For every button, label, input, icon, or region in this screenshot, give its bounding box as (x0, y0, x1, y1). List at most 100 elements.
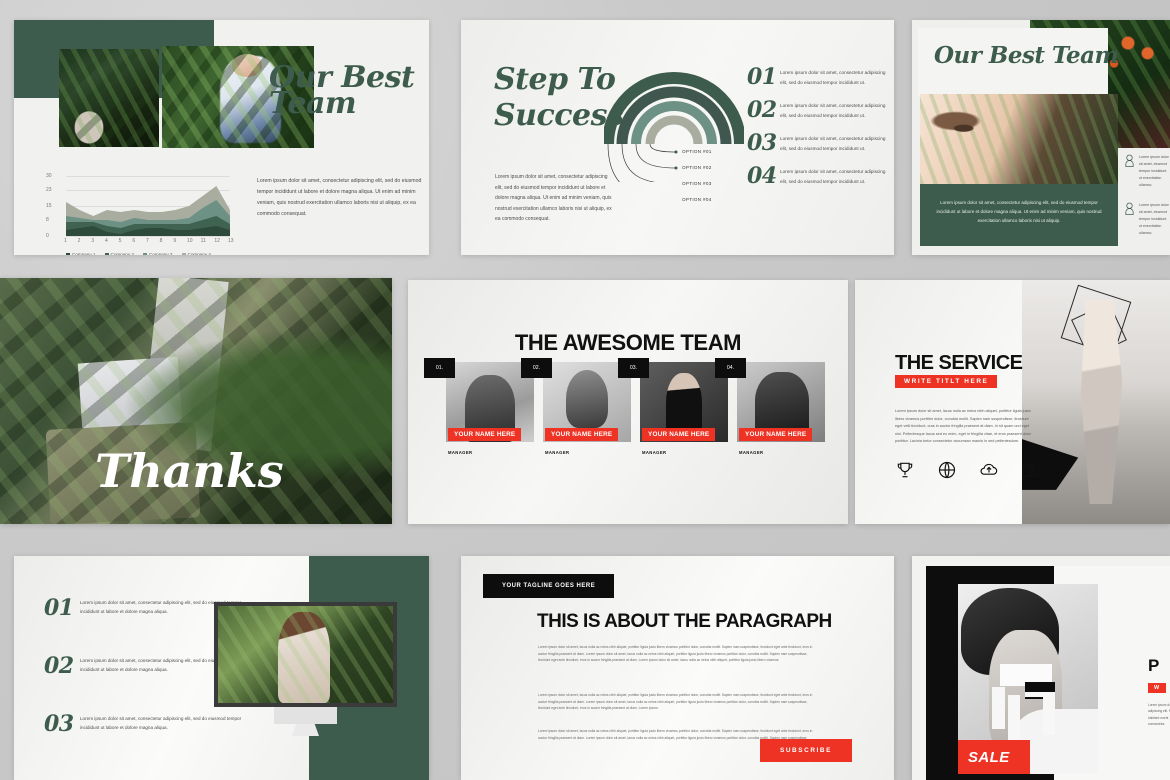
member-role: MANAGER (545, 450, 570, 455)
person-icon (1124, 202, 1135, 237)
chart-x-tick: 3 (91, 238, 95, 244)
legend-label: Company 4 (187, 252, 212, 255)
chart-y-tick: 30 (46, 173, 52, 179)
chart-y-tick: 0 (46, 233, 49, 239)
chart-x-tick: 1 (64, 238, 67, 244)
chart-y-tick: 8 (46, 217, 49, 223)
step-text-1: Lorem ipsum dolor sit amet, consectetur … (780, 70, 886, 85)
side-feature-list: Lorem ipsum dolor sit amet, eiusmod temp… (1124, 154, 1170, 250)
slide5-title: THE AWESOME TEAM (514, 330, 742, 355)
steps-list: 01 Lorem ipsum dolor sit amet, consectetu… (747, 64, 887, 200)
slide-thanks[interactable]: Thanks (0, 278, 392, 524)
step-number-3: 03 (747, 130, 777, 156)
legend-swatch (143, 252, 147, 255)
chart-legend-item[interactable]: Company 4 (181, 252, 212, 255)
chart-x-tick: 4 (105, 238, 108, 244)
cloud-upload-icon[interactable] (979, 460, 999, 485)
option-label-3[interactable]: OPTION #03 (682, 181, 712, 186)
member-number: 03. (618, 358, 649, 378)
slide6-paragraph: Lorem ipsum dolor sit amet, lacus nulla … (895, 409, 1032, 444)
chart-legend-item[interactable]: Company 3 (143, 252, 173, 255)
slide-sale-poster[interactable]: SALE P W Lorem ipsum dolor sit amet, con… (912, 556, 1170, 780)
person-icon (1124, 154, 1135, 189)
slide9-right-badge[interactable]: W (1148, 683, 1167, 693)
legend-label: Company 3 (149, 252, 173, 255)
slide1-title: Our Best Team (269, 60, 415, 121)
step-item: 03 Lorem ipsum dolor sit amet, consectetu… (747, 130, 887, 156)
chart-y-tick: 23 (46, 187, 52, 193)
connector-line-2 (635, 143, 677, 169)
slide-numbered-list-imac[interactable]: 01 Lorem ipsum dolor sit amet, consectetu… (14, 556, 429, 780)
connector-line-1 (649, 143, 677, 153)
slide3-title: Our Best Team (934, 42, 1119, 69)
member-name: YOUR NAME HERE (545, 428, 619, 441)
connector-dot-2 (674, 166, 678, 170)
glitch-rect-5 (1008, 695, 1020, 741)
slide-about-paragraph[interactable]: YOUR TAGLINE GOES HERE THIS IS ABOUT THE… (461, 556, 894, 780)
slide9-right-content: P W Lorem ipsum dolor sit amet, consecte… (1148, 656, 1170, 728)
side-feature-item: Lorem ipsum dolor sit amet, eiusmod temp… (1124, 202, 1170, 237)
chart-y-tick: 15 (46, 203, 52, 209)
paragraph-2: Lorem ipsum dolor sit amet, lacus nulla … (538, 693, 813, 711)
option-label-1[interactable]: OPTION #01 (682, 149, 712, 154)
slide-our-best-team-chart[interactable]: Our Best Team Lorem ipsum dolor sit amet… (14, 20, 429, 255)
side-feature-item: Lorem ipsum dolor sit amet, eiusmod temp… (1124, 154, 1170, 189)
member-number: 01. (424, 358, 455, 378)
step-item: 02 Lorem ipsum dolor sit amet, consectetu… (747, 99, 887, 121)
runway-photo (1022, 280, 1170, 524)
chart-legend-item[interactable]: Company 1 (66, 252, 96, 255)
area-chart: 0 8 15 23 30 1 2 3 4 5 6 7 8 9 10 11 12 13 Company 1 Comp… (44, 172, 234, 255)
slide8-title: THIS IS ABOUT THE PARAGRAPH (537, 611, 832, 632)
arc-segment-4 (645, 115, 703, 145)
slide-deck-preview: Our Best Team Lorem ipsum dolor sit amet… (0, 0, 1170, 780)
green-caption-box: Lorem ipsum dolor sit amet, consectetur … (920, 184, 1118, 246)
service-icon-row (895, 460, 1041, 485)
step-text-2: Lorem ipsum dolor sit amet, consectetur … (780, 103, 886, 118)
glitch-rect-4 (992, 687, 1005, 729)
tagline-badge: YOUR TAGLINE GOES HERE (483, 574, 615, 598)
chart-x-tick: 7 (146, 238, 149, 244)
slide1-body-text: Lorem ipsum dolor sit amet, consectetur … (257, 178, 422, 217)
subscribe-button[interactable]: SUBSCRIBE (759, 739, 852, 762)
slide3-body-text: Lorem ipsum dolor sit amet, consectetur … (936, 200, 1102, 223)
sale-label: SALE (968, 749, 1010, 766)
member-number: 02. (521, 358, 552, 378)
member-name: YOUR NAME HERE (448, 428, 522, 441)
row-number-1: 01 (44, 595, 74, 621)
step-number-1: 01 (747, 64, 777, 90)
chart-legend-item[interactable]: Company 2 (104, 252, 135, 255)
row-number-2: 02 (44, 653, 74, 679)
trophy-icon[interactable] (895, 460, 915, 485)
legend-label: Company 2 (110, 252, 135, 255)
legend-swatch (66, 252, 70, 255)
thanks-title: Thanks (95, 444, 284, 498)
step-text-3: Lorem ipsum dolor sit amet, consectetur … (780, 136, 886, 151)
portrait-photo (920, 94, 1118, 184)
globe-icon[interactable] (937, 460, 957, 485)
slide-step-to-success[interactable]: Step To Success Lorem ipsum dolor sit am… (461, 20, 894, 255)
slide-our-best-team-portrait[interactable]: Our Best Team Lorem ipsum dolor sit amet… (912, 20, 1170, 255)
chart-x-tick: 12 (214, 238, 220, 244)
camera-icon[interactable] (1021, 460, 1041, 485)
member-role: MANAGER (739, 450, 764, 455)
slide2-paragraph: Lorem ipsum dolor sit amet, consectetur … (495, 174, 612, 222)
paragraph-3: Lorem ipsum dolor sit amet, lacus nulla … (538, 729, 813, 740)
option-label-2[interactable]: OPTION #02 (682, 165, 712, 170)
team-photo-1 (59, 49, 159, 147)
chart-legend: Company 1 Company 2 Company 3 Company 4 (66, 252, 211, 255)
chart-x-tick: 13 (228, 238, 234, 244)
chart-x-tick: 10 (187, 238, 193, 244)
side-feature-text: Lorem ipsum dolor sit amet, eiusmod temp… (1139, 155, 1169, 187)
slide-awesome-team[interactable]: THE AWESOME TEAM 01. YOUR NAME HERE MANAGE… (408, 280, 848, 524)
member-number: 04. (715, 358, 746, 378)
slide-the-service[interactable]: THE SERVICE WRITE TITLT HERE Lorem ipsum… (855, 280, 1170, 524)
connector-dot-1 (674, 150, 678, 154)
chart-x-tick: 8 (159, 238, 163, 244)
member-role: MANAGER (448, 450, 473, 455)
legend-label: Company 1 (72, 252, 96, 255)
slide6-badge[interactable]: WRITE TITLT HERE (895, 375, 998, 388)
connector-line-4 (607, 143, 677, 201)
chart-x-tick: 9 (173, 238, 177, 244)
option-label-4[interactable]: OPTION #04 (682, 197, 712, 202)
slide9-right-paragraph: Lorem ipsum dolor sit amet, consectetur … (1148, 703, 1170, 727)
